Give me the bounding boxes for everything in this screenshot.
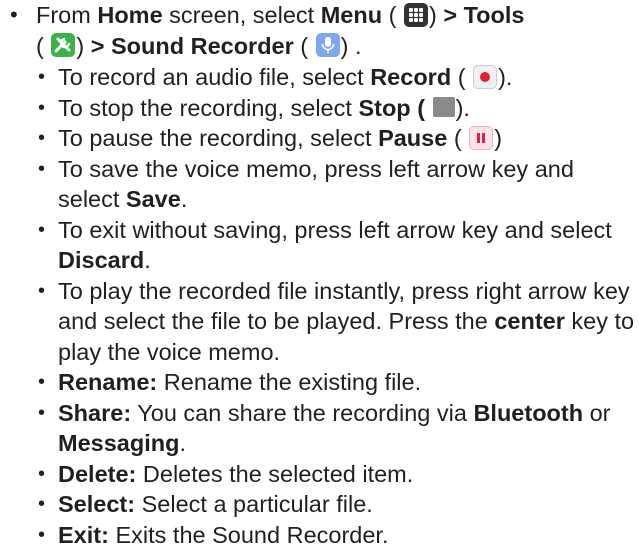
list-item: • Share: You can share the recording via… — [38, 398, 638, 459]
bullet-dot: • — [38, 276, 45, 307]
intro-text-2: screen, select — [163, 2, 321, 28]
list-item: • Exit: Exits the Sound Recorder. — [38, 520, 638, 550]
grid-icon — [404, 3, 428, 27]
item-text: ( — [447, 125, 461, 151]
menu-label: Menu — [321, 2, 382, 28]
bullet-dot: • — [38, 93, 45, 124]
list-item: • Rename: Rename the existing file. — [38, 367, 638, 398]
bullet-dot: • — [38, 367, 45, 398]
item-text: Select a particular file. — [135, 491, 373, 517]
list-item: • To record an audio file, select Record… — [38, 62, 638, 93]
item-text: To exit without saving, press left arrow… — [58, 217, 612, 243]
item-text: Exits the Sound Recorder. — [109, 522, 389, 548]
intro-text-6: ) — [76, 33, 90, 59]
bullet-dot: • — [38, 398, 45, 429]
record-icon — [473, 65, 497, 89]
item-text: To stop the recording, select — [58, 95, 358, 121]
microphone-icon — [316, 33, 340, 57]
list-item: • To pause the recording, select Pause (… — [38, 123, 638, 154]
item-text: You can share the recording via — [131, 400, 473, 426]
bluetooth-label: Bluetooth — [473, 400, 583, 426]
item-text: . — [179, 430, 186, 456]
list-item: • To save the voice memo, press left arr… — [38, 154, 638, 215]
intro-text-4: ) — [429, 2, 443, 28]
manual-page: • From Home screen, select Menu ( ) > To… — [0, 0, 639, 532]
item-text: ). — [456, 95, 470, 121]
bullet-dot: • — [38, 123, 45, 154]
intro-bullet: • From Home screen, select Menu ( ) > To… — [10, 0, 635, 61]
tools-icon — [51, 33, 75, 57]
center-label: center — [494, 308, 565, 334]
list-item: • To play the recorded file instantly, p… — [38, 276, 638, 368]
item-text: . — [144, 247, 151, 273]
rename-label: Rename: — [58, 369, 157, 395]
delete-label: Delete: — [58, 461, 136, 487]
tools-label: > Tools — [443, 2, 524, 28]
sub-list: • To record an audio file, select Record… — [38, 62, 638, 550]
intro-text-5: ( — [36, 33, 44, 59]
item-text: Deletes the selected item. — [136, 461, 413, 487]
share-label: Share: — [58, 400, 131, 426]
discard-label: Discard — [58, 247, 144, 273]
intro-text-1: From — [36, 2, 97, 28]
bullet-dot: • — [38, 215, 45, 246]
bullet-dot: • — [38, 489, 45, 520]
bullet-dot: • — [38, 520, 45, 550]
item-text: Rename the existing file. — [157, 369, 421, 395]
item-text: or — [583, 400, 610, 426]
item-text: ) — [494, 125, 502, 151]
intro-text-8: ) . — [341, 33, 362, 59]
bullet-dot: • — [10, 0, 30, 31]
exit-label: Exit: — [58, 522, 109, 548]
intro-text-7: ( — [294, 33, 308, 59]
intro-text-3: ( — [382, 2, 396, 28]
item-text: To pause the recording, select — [58, 125, 378, 151]
home-label: Home — [97, 2, 162, 28]
list-item: • Select: Select a particular file. — [38, 489, 638, 520]
stop-label: Stop ( — [358, 95, 425, 121]
sound-recorder-label: > Sound Recorder — [91, 33, 294, 59]
select-label: Select: — [58, 491, 135, 517]
item-text: To record an audio file, select — [58, 64, 370, 90]
item-text: . — [181, 186, 188, 212]
pause-icon — [469, 126, 493, 150]
save-label: Save — [126, 186, 181, 212]
list-item: • To stop the recording, select Stop ( )… — [38, 93, 638, 124]
item-text: ( — [451, 64, 465, 90]
intro-text: From Home screen, select Menu ( ) > Tool… — [36, 0, 635, 61]
item-text: ). — [498, 64, 512, 90]
list-item: • To exit without saving, press left arr… — [38, 215, 638, 276]
bullet-dot: • — [38, 154, 45, 185]
list-item: • Delete: Deletes the selected item. — [38, 459, 638, 490]
bullet-dot: • — [38, 62, 45, 93]
record-label: Record — [370, 64, 451, 90]
bullet-dot: • — [38, 459, 45, 490]
messaging-label: Messaging — [58, 430, 179, 456]
pause-label: Pause — [378, 125, 447, 151]
stop-icon — [433, 97, 455, 117]
